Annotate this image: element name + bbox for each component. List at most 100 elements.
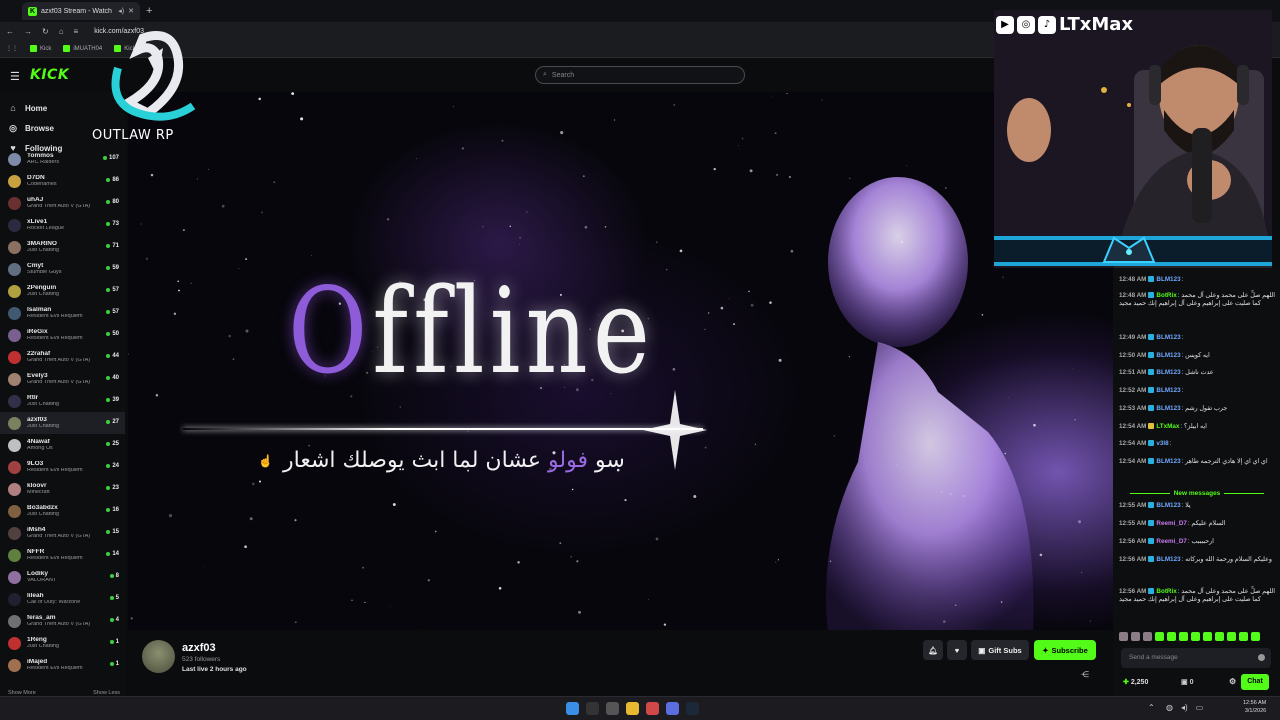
- sidebar-channel[interactable]: 9LO3 Resident Evil Requiem 24: [0, 456, 125, 478]
- message-user[interactable]: BLM123: [1156, 276, 1180, 283]
- new-tab-button[interactable]: +: [146, 5, 152, 17]
- emote[interactable]: [1119, 632, 1128, 641]
- emote[interactable]: [1131, 632, 1140, 641]
- network-icon[interactable]: ◍: [1166, 703, 1173, 712]
- close-tab-icon[interactable]: ✕: [128, 7, 134, 15]
- file-explorer-icon[interactable]: [626, 702, 639, 715]
- star: [624, 499, 627, 502]
- search-taskbar-icon[interactable]: [586, 702, 599, 715]
- sidebar-channel[interactable]: uhAJ Grand Theft Auto V (GTA) 80: [0, 192, 125, 214]
- message-time: 12:49 AM: [1119, 334, 1147, 341]
- emote[interactable]: [1227, 632, 1236, 641]
- star: [647, 598, 649, 600]
- emote[interactable]: [1167, 632, 1176, 641]
- message-user[interactable]: BLM123: [1156, 458, 1180, 465]
- message-user[interactable]: BLM123: [1156, 502, 1180, 509]
- notification-button[interactable]: 🔔︎: [923, 640, 943, 660]
- volume-icon[interactable]: ◂): [1181, 703, 1188, 712]
- sidebar-channel[interactable]: 2Penguin Just Chatting 57: [0, 280, 125, 302]
- message-user[interactable]: v3l8: [1156, 440, 1168, 447]
- windows-start-icon[interactable]: [566, 702, 579, 715]
- channel-name[interactable]: azxf03: [182, 642, 216, 654]
- message-user[interactable]: BLM123: [1156, 369, 1180, 376]
- task-view-icon[interactable]: [606, 702, 619, 715]
- sidebar-channel[interactable]: xLive1 Rocket League 73: [0, 214, 125, 236]
- taskbar-clock[interactable]: 12:56 AM 3/1/2026: [1243, 700, 1266, 715]
- chat-settings-icon[interactable]: ⚙: [1229, 677, 1236, 686]
- channel-points[interactable]: ✚ 2,250: [1123, 678, 1148, 686]
- emoji-picker-icon[interactable]: [1258, 654, 1265, 661]
- sidebar-channel[interactable]: Bo3abdzx Just Chatting 16: [0, 500, 125, 522]
- message-user[interactable]: BLM123: [1156, 405, 1180, 412]
- sidebar-channel[interactable]: iReGix Resident Evil Requiem 50: [0, 324, 125, 346]
- sidebar-channel[interactable]: lileah Call of Duty: Warzone 5: [0, 588, 125, 610]
- webcam-overlay: [994, 10, 1272, 268]
- sidebar-channel[interactable]: 22rahaf Grand Theft Auto V (GTA) 44: [0, 346, 125, 368]
- apps-grid-icon[interactable]: ⋮⋮: [6, 45, 18, 52]
- channel-avatar[interactable]: [142, 640, 175, 673]
- emote[interactable]: [1251, 632, 1260, 641]
- browser-tab[interactable]: K azxf03 Stream - Watch Liv ◂) ✕: [22, 2, 140, 20]
- emote[interactable]: [1215, 632, 1224, 641]
- search-input[interactable]: ⌕ Search: [535, 66, 745, 84]
- sidebar-channel[interactable]: iMsh4 Grand Theft Auto V (GTA) 15: [0, 522, 125, 544]
- back-icon[interactable]: ←: [6, 27, 14, 36]
- follow-button[interactable]: ♥: [947, 640, 967, 660]
- message-user[interactable]: BLM123: [1156, 334, 1180, 341]
- share-icon[interactable]: ⋲: [1081, 670, 1089, 679]
- message-user[interactable]: LTxMax: [1156, 423, 1179, 430]
- chrome-icon[interactable]: [646, 702, 659, 715]
- bookmark-item[interactable]: Kick: [30, 45, 51, 52]
- gift-count[interactable]: ▣ 0: [1181, 678, 1193, 686]
- emote[interactable]: [1203, 632, 1212, 641]
- sidebar-channel[interactable]: feras_am Grand Theft Auto V (GTA) 4: [0, 610, 125, 632]
- channel-category: Call of Duty: Warzone: [27, 600, 81, 605]
- sidebar-channel[interactable]: Lodiky VALORANT 8: [0, 566, 125, 588]
- sidebar-channel[interactable]: D7DN Codenames 86: [0, 170, 125, 192]
- kick-logo[interactable]: KICK: [30, 67, 69, 83]
- tray-overflow-icon[interactable]: ⌃: [1148, 703, 1155, 712]
- message-user[interactable]: BotRix: [1156, 292, 1176, 299]
- sidebar-channel[interactable]: 4Nawaf Among Us 25: [0, 434, 125, 456]
- chat-input[interactable]: Send a message: [1121, 648, 1271, 668]
- taskbar-apps: [566, 702, 699, 715]
- gift-subs-button[interactable]: ▣ Gift Subs: [971, 640, 1029, 660]
- message-user[interactable]: BLM123: [1156, 387, 1180, 394]
- sidebar-channel[interactable]: 1Reng Just Chatting 1: [0, 632, 125, 654]
- emote[interactable]: [1239, 632, 1248, 641]
- steam-icon[interactable]: [686, 702, 699, 715]
- emote[interactable]: [1143, 632, 1152, 641]
- sidebar-channel[interactable]: Isalman Resident Evil Requiem 57: [0, 302, 125, 324]
- sidebar-channel[interactable]: Rtlr Just Chatting 39: [0, 390, 125, 412]
- site-info-icon[interactable]: ≡: [74, 27, 79, 36]
- message-user[interactable]: Reemi_D7: [1156, 538, 1186, 545]
- message-user[interactable]: BLM123: [1156, 556, 1180, 563]
- message-time: 12:50 AM: [1119, 352, 1147, 359]
- battery-icon[interactable]: ▭: [1196, 703, 1204, 712]
- forward-icon[interactable]: →: [24, 27, 32, 36]
- sidebar-channel[interactable]: NFFR Resident Evil Requiem 14: [0, 544, 125, 566]
- sidebar-channel[interactable]: Evely3 Grand Theft Auto V (GTA) 40: [0, 368, 125, 390]
- message-user[interactable]: Reemi_D7: [1156, 520, 1186, 527]
- chat-send-button[interactable]: Chat: [1241, 674, 1269, 690]
- sidebar-channel[interactable]: kloovr Minecraft 23: [0, 478, 125, 500]
- discord-icon[interactable]: [666, 702, 679, 715]
- home-browser-icon[interactable]: ⌂: [59, 27, 64, 36]
- mute-icon[interactable]: ◂): [118, 7, 124, 15]
- sidebar-channel[interactable]: Cmyt Stumble Guys 59: [0, 258, 125, 280]
- message-user[interactable]: BLM123: [1156, 352, 1180, 359]
- sidebar-channel[interactable]: Tommos ARC Raiders 107: [0, 148, 125, 170]
- sidebar-channel[interactable]: iMajed Resident Evil Requiem 1: [0, 654, 125, 676]
- star: [482, 226, 484, 228]
- menu-icon[interactable]: ☰: [10, 70, 20, 83]
- reload-icon[interactable]: ↻: [42, 27, 49, 36]
- emote[interactable]: [1155, 632, 1164, 641]
- sidebar-channel[interactable]: azxf03 Just Chatting 27: [0, 412, 125, 434]
- emote[interactable]: [1179, 632, 1188, 641]
- message-user[interactable]: BotRix: [1156, 588, 1176, 595]
- emote[interactable]: [1191, 632, 1200, 641]
- sidebar-channel[interactable]: 3MARINO Just Chatting 71: [0, 236, 125, 258]
- new-messages-divider[interactable]: New messages: [1119, 490, 1275, 497]
- live-dot-icon: [106, 288, 111, 292]
- subscribe-button[interactable]: ✦ Subscribe: [1034, 640, 1096, 660]
